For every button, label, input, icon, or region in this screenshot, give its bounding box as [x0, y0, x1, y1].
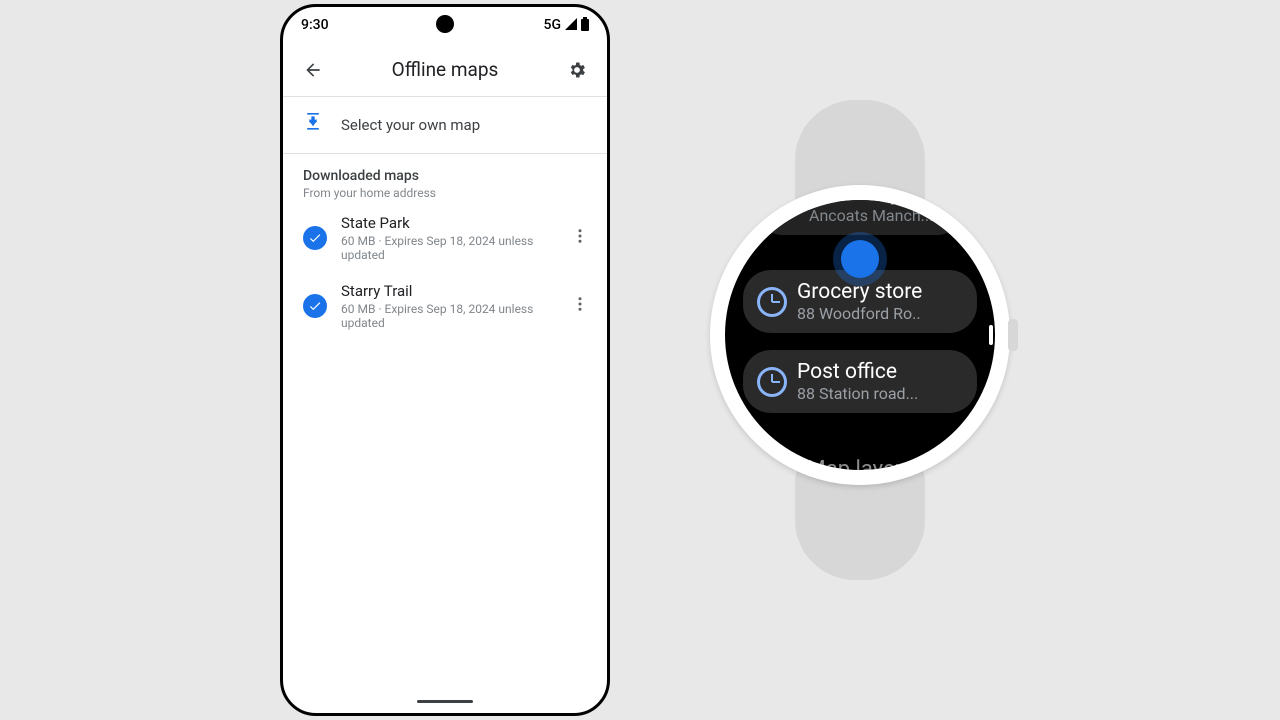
watch-case: 4 Worsley Ancoats Manch... Grocery store… [710, 185, 1010, 485]
check-icon [303, 294, 327, 318]
clock-icon [757, 287, 787, 317]
phone-frame: 9:30 5G Offline maps Select your own map… [280, 4, 610, 716]
page-title: Offline maps [392, 58, 499, 81]
downloaded-section-subtitle: From your home address [303, 186, 587, 200]
camera-punch-hole [436, 15, 454, 33]
touch-indicator-icon [841, 240, 879, 278]
downloaded-section-header: Downloaded maps From your home address [283, 154, 607, 204]
overflow-button[interactable] [567, 223, 593, 253]
back-button[interactable] [299, 56, 327, 84]
select-own-map-row[interactable]: Select your own map [283, 97, 607, 154]
clock-icon [757, 367, 787, 397]
recent-item-title: Grocery store [797, 280, 963, 304]
select-own-map-label: Select your own map [341, 116, 480, 134]
status-time: 9:30 [301, 17, 329, 33]
map-layers-row[interactable]: Map layers [725, 457, 995, 470]
nav-handle[interactable] [417, 700, 473, 703]
map-meta: 60 MB · Expires Sep 18, 2024 unless upda… [341, 234, 553, 262]
network-label: 5G [544, 17, 562, 33]
settings-button[interactable] [563, 56, 591, 84]
overflow-button[interactable] [567, 291, 593, 321]
status-bar: 9:30 5G [283, 7, 607, 43]
map-name: State Park [341, 214, 553, 232]
recent-item-sub: Ancoats Manch... [809, 206, 951, 225]
recent-item-post-office[interactable]: Post office 88 Station road... [743, 350, 977, 413]
recent-item-worsley[interactable]: 4 Worsley Ancoats Manch... [755, 200, 965, 235]
scroll-indicator [989, 325, 993, 345]
map-row-state-park[interactable]: State Park 60 MB · Expires Sep 18, 2024 … [283, 204, 607, 272]
signal-icon [565, 18, 577, 33]
map-meta: 60 MB · Expires Sep 18, 2024 unless upda… [341, 302, 553, 330]
watch-face[interactable]: 4 Worsley Ancoats Manch... Grocery store… [725, 200, 995, 470]
battery-icon [581, 17, 589, 34]
clock-icon [769, 200, 799, 219]
map-name: Starry Trail [341, 282, 553, 300]
download-icon [303, 113, 323, 137]
watch-frame: 4 Worsley Ancoats Manch... Grocery store… [710, 100, 1010, 580]
map-row-starry-trail[interactable]: Starry Trail 60 MB · Expires Sep 18, 202… [283, 272, 607, 340]
downloaded-section-title: Downloaded maps [303, 168, 587, 184]
recent-item-grocery[interactable]: Grocery store 88 Woodford Ro.. [743, 270, 977, 333]
status-right: 5G [544, 17, 590, 34]
app-bar: Offline maps [283, 43, 607, 97]
recent-item-title: Post office [797, 360, 963, 384]
recent-item-sub: 88 Station road... [797, 384, 963, 403]
watch-crown[interactable] [1008, 319, 1018, 351]
recent-item-sub: 88 Woodford Ro.. [797, 304, 963, 323]
check-icon [303, 226, 327, 250]
